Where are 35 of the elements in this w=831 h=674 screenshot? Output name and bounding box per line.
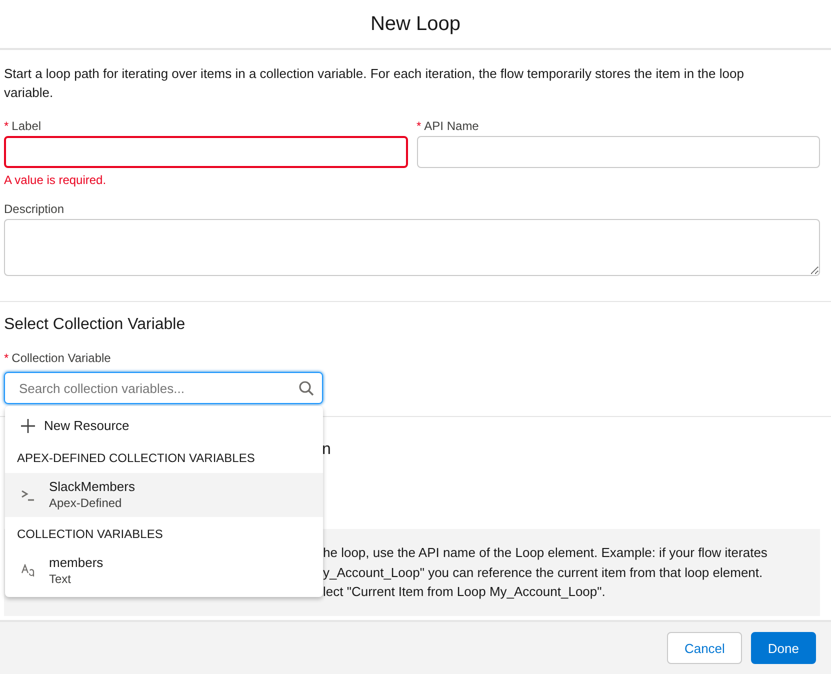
info-text: lect "Current Item from Loop My_Account_Loop".: [323, 583, 606, 601]
cancel-button[interactable]: Cancel: [667, 632, 742, 664]
field-label: * Collection Variable: [4, 351, 112, 365]
done-button[interactable]: Done: [750, 632, 816, 664]
section-heading: n: [322, 441, 332, 459]
option-type: Text: [49, 571, 72, 588]
group-heading: COLLECTION VARIABLES: [16, 526, 164, 543]
error-message: A value is required.: [4, 173, 108, 187]
menu-item-label: New Resource: [44, 418, 130, 433]
text-field[interactable]: [4, 136, 408, 168]
option-type: Apex-Defined: [49, 495, 123, 512]
search-icon: [299, 380, 314, 396]
variable-option[interactable]: members Text: [5, 549, 323, 593]
text-type-icon: [21, 564, 35, 578]
intro-text: Start a loop path for iterating over items in a collection variable. For each iteration, the flow temporarily stores the item in the loop variable.: [4, 65, 745, 102]
info-text: y_Account_Loop" you can reference the current item from that loop element.: [323, 564, 764, 582]
required-mark: *: [4, 119, 9, 133]
text-field[interactable]: [416, 136, 820, 168]
field-label: * Label: [4, 119, 42, 133]
field-label: Description: [4, 202, 66, 216]
option-name: SlackMembers: [49, 478, 135, 495]
new-resource-item[interactable]: New Resource: [5, 410, 323, 441]
variable-option[interactable]: SlackMembers Apex-Defined: [5, 473, 323, 517]
group-heading: APEX-DEFINED COLLECTION VARIABLES: [16, 450, 256, 467]
search-field[interactable]: Search collection variables...: [4, 372, 323, 404]
description-field[interactable]: [4, 219, 820, 276]
plus-icon: [21, 418, 35, 432]
required-mark: *: [4, 351, 9, 365]
modal-title: New Loop: [370, 12, 461, 36]
field-label: * API Name: [416, 119, 480, 133]
info-text: he loop, use the API name of the Loop element. Example: if your flow iterates: [323, 544, 768, 562]
option-name: members: [49, 554, 104, 571]
required-mark: *: [416, 119, 422, 133]
terminal-icon: [21, 489, 35, 501]
section-heading: Select Collection Variable: [4, 316, 186, 334]
